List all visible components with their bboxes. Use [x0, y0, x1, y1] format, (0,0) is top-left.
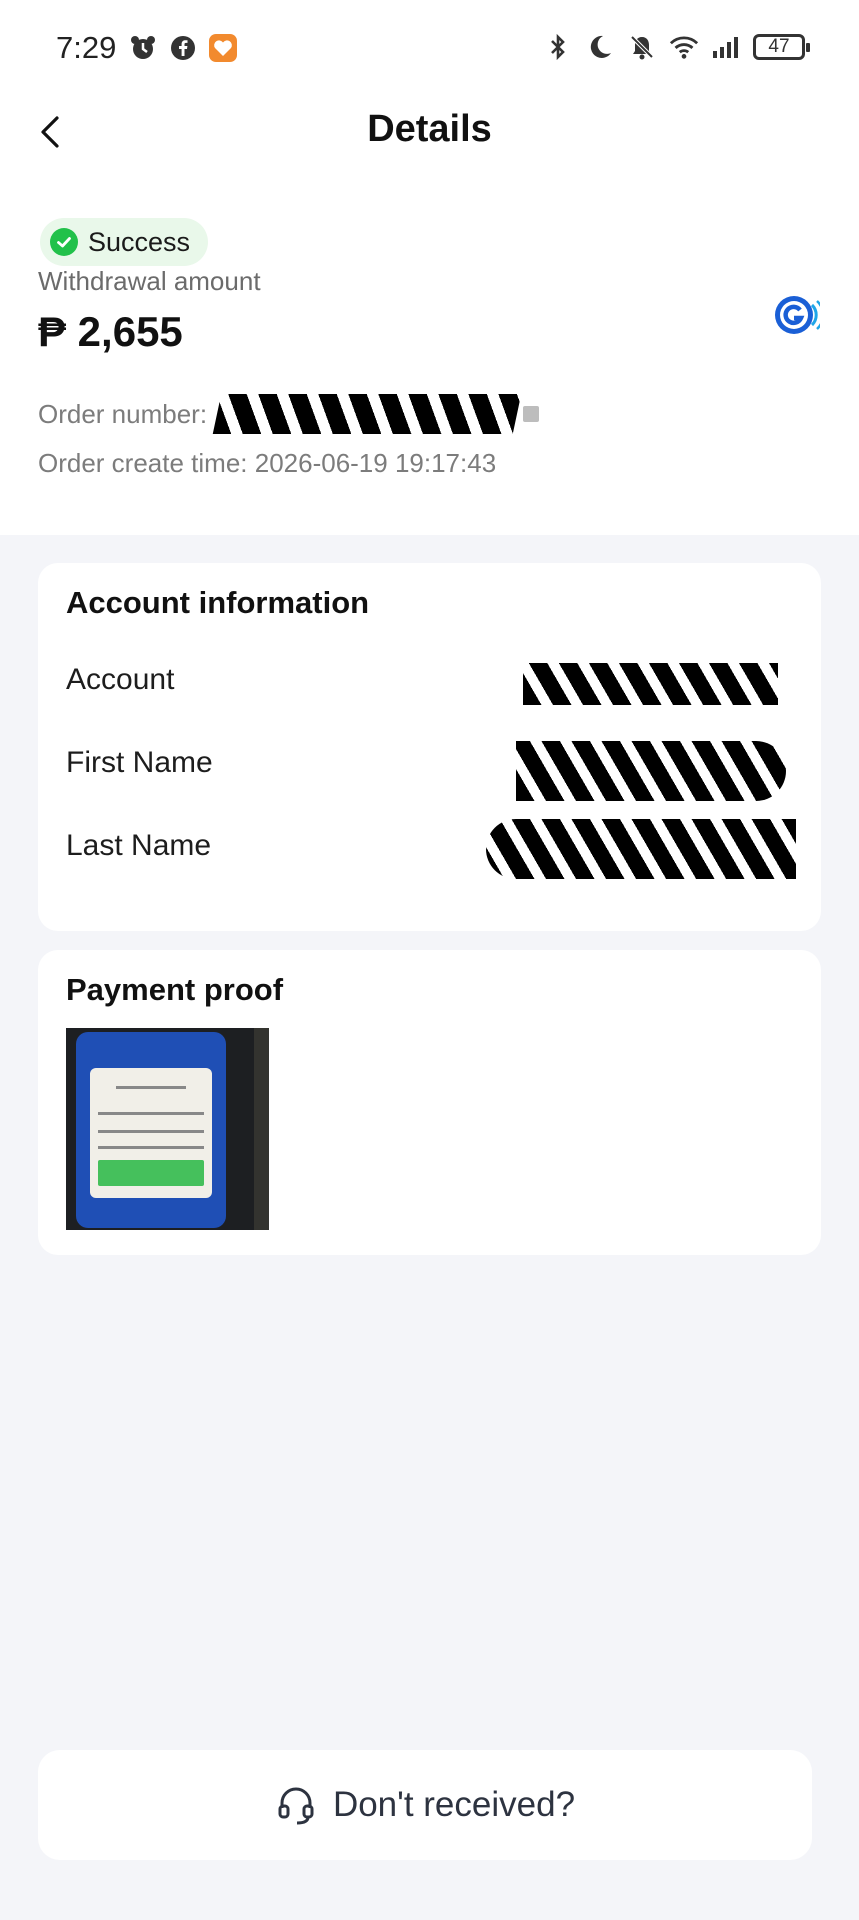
battery-icon: 47	[753, 34, 810, 60]
signal-icon	[711, 32, 741, 62]
redacted-account-value	[523, 663, 778, 705]
dont-received-label: Don't received?	[332, 1785, 576, 1824]
first-name-label: First Name	[66, 746, 213, 779]
status-time: 7:29	[56, 30, 117, 65]
status-label: Success	[88, 226, 191, 257]
heart-app-icon	[208, 33, 238, 63]
payment-proof-image[interactable]	[66, 1028, 269, 1230]
moon-icon	[585, 32, 615, 62]
dont-received-button[interactable]: Don't received?	[38, 1750, 812, 1860]
order-number-row: Order number:	[38, 394, 540, 434]
account-info-card: Account information Account First Name L…	[38, 563, 821, 931]
back-button[interactable]	[26, 108, 74, 156]
copy-icon[interactable]	[523, 406, 540, 422]
check-circle-icon	[50, 228, 78, 256]
order-number-label: Order number:	[38, 398, 208, 429]
order-create-time: Order create time: 2026-06-19 19:17:43	[38, 448, 497, 478]
g-logo-icon[interactable]	[772, 292, 825, 338]
redacted-first-name-value	[516, 741, 786, 801]
withdraw-amount: ₱ 2,655	[38, 308, 183, 355]
redacted-last-name-value	[486, 819, 796, 879]
account-label: Account	[66, 663, 175, 696]
status-badge: Success	[40, 218, 209, 266]
status-bar: 7:29 47	[0, 0, 859, 96]
chevron-left-icon	[41, 116, 59, 148]
wifi-icon	[669, 32, 699, 62]
account-info-title: Account information	[66, 585, 370, 620]
payment-proof-title: Payment proof	[66, 972, 284, 1007]
payment-proof-card: Payment proof	[38, 950, 821, 1255]
headset-icon	[278, 1787, 314, 1825]
bell-off-icon	[627, 32, 657, 62]
last-name-label: Last Name	[66, 829, 212, 862]
bluetooth-icon	[543, 32, 573, 62]
redacted-order-number	[212, 394, 522, 434]
page-title: Details	[367, 108, 492, 150]
alarm-icon	[128, 33, 158, 63]
facebook-icon	[168, 33, 198, 63]
withdraw-label: Withdrawal amount	[38, 266, 261, 296]
